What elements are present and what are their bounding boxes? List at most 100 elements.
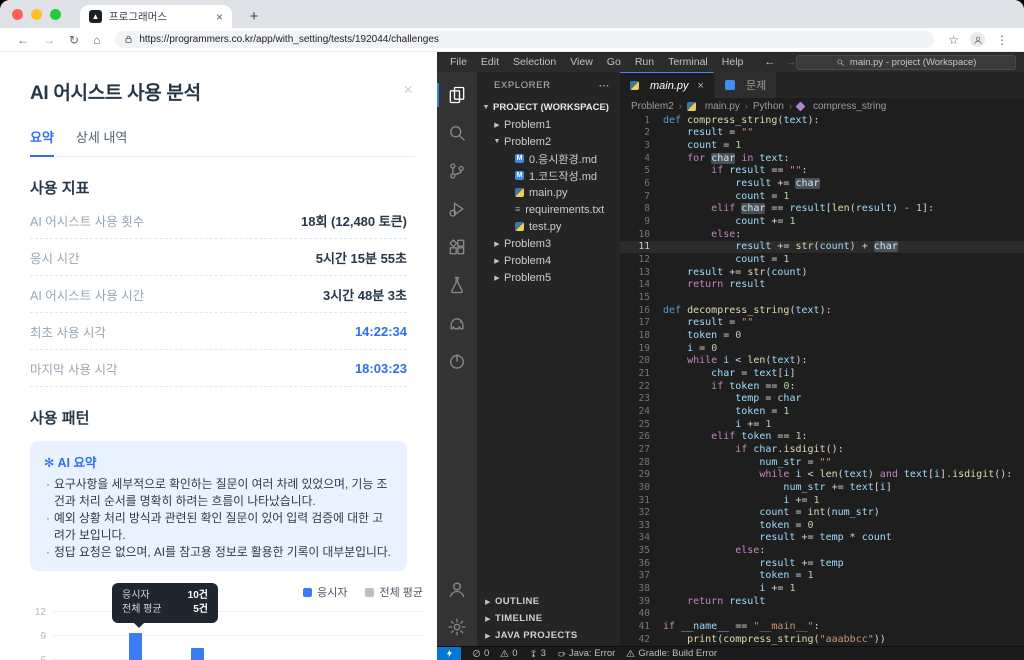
minimize-window-button[interactable] bbox=[31, 9, 42, 20]
remote-indicator[interactable] bbox=[437, 647, 461, 660]
code-line[interactable]: 6 result += char bbox=[620, 177, 1024, 190]
nav-back-icon[interactable]: ← bbox=[764, 56, 775, 68]
menu-go[interactable]: Go bbox=[600, 56, 628, 68]
menu-view[interactable]: View bbox=[563, 56, 600, 68]
code-line[interactable]: 9 count += 1 bbox=[620, 215, 1024, 228]
code-line[interactable]: 38 i += 1 bbox=[620, 582, 1024, 595]
code-line[interactable]: 31 i += 1 bbox=[620, 494, 1024, 507]
code-line[interactable]: 13 result += str(count) bbox=[620, 266, 1024, 279]
activity-gradle[interactable] bbox=[437, 304, 477, 342]
status-java[interactable]: Java: Error bbox=[557, 648, 615, 659]
code-line[interactable]: 36 result += temp bbox=[620, 557, 1024, 570]
menu-help[interactable]: Help bbox=[715, 56, 751, 68]
code-line[interactable]: 34 result += temp * count bbox=[620, 532, 1024, 545]
code-line[interactable]: 15 bbox=[620, 291, 1024, 304]
address-bar[interactable]: https://programmers.co.kr/app/with_setti… bbox=[115, 31, 934, 48]
more-actions-icon[interactable]: ⋯ bbox=[598, 79, 610, 92]
browser-tab[interactable]: ▲ 프로그래머스 × bbox=[80, 5, 232, 28]
section-java-projects[interactable]: ▶JAVA PROJECTS bbox=[477, 627, 620, 644]
activity-power[interactable] bbox=[437, 342, 477, 380]
tab-close-icon[interactable]: × bbox=[216, 11, 223, 23]
code-line[interactable]: 33 token = 0 bbox=[620, 519, 1024, 532]
code-line[interactable]: 16def decompress_string(text): bbox=[620, 304, 1024, 317]
code-line[interactable]: 30 num_str += text[i] bbox=[620, 481, 1024, 494]
code-line[interactable]: 5 if result == "": bbox=[620, 165, 1024, 178]
code-line[interactable]: 27 if char.isdigit(): bbox=[620, 443, 1024, 456]
tree-item[interactable]: ▶Problem1 bbox=[477, 116, 620, 133]
section-timeline[interactable]: ▶TIMELINE bbox=[477, 610, 620, 627]
menu-run[interactable]: Run bbox=[628, 56, 661, 68]
code-line[interactable]: 39 return result bbox=[620, 595, 1024, 608]
tree-item[interactable]: ▶Problem3 bbox=[477, 235, 620, 252]
code-line[interactable]: 28 num_str = "" bbox=[620, 456, 1024, 469]
code-line[interactable]: 14 return result bbox=[620, 279, 1024, 292]
code-line[interactable]: 1def compress_string(text): bbox=[620, 114, 1024, 127]
profile-avatar[interactable] bbox=[970, 32, 985, 47]
code-line[interactable]: 12 count = 1 bbox=[620, 253, 1024, 266]
home-icon[interactable]: ⌂ bbox=[93, 33, 100, 47]
code-line[interactable]: 20 while i < len(text): bbox=[620, 354, 1024, 367]
panel-close-icon[interactable]: × bbox=[403, 80, 413, 100]
code-line[interactable]: 23 temp = char bbox=[620, 392, 1024, 405]
tree-item[interactable]: M1.코드작성.md bbox=[477, 167, 620, 184]
menu-file[interactable]: File bbox=[443, 56, 474, 68]
code-line[interactable]: 32 count = int(num_str) bbox=[620, 506, 1024, 519]
panel-tab-detail[interactable]: 상세 내역 bbox=[76, 127, 127, 156]
activity-account[interactable] bbox=[437, 570, 477, 608]
code-line[interactable]: 10 else: bbox=[620, 228, 1024, 241]
tree-item[interactable]: main.py bbox=[477, 184, 620, 201]
code-line[interactable]: 24 token = 1 bbox=[620, 405, 1024, 418]
code-line[interactable]: 22 if token == 0: bbox=[620, 380, 1024, 393]
back-icon[interactable]: ← bbox=[17, 33, 29, 47]
status-warning-triangle[interactable]: 0 bbox=[500, 648, 517, 659]
new-tab-button[interactable]: + bbox=[244, 8, 264, 25]
code-line[interactable]: 19 i = 0 bbox=[620, 342, 1024, 355]
code-line[interactable]: 18 token = 0 bbox=[620, 329, 1024, 342]
code-line[interactable]: 41if __name__ == "__main__": bbox=[620, 620, 1024, 633]
code-line[interactable]: 3 count = 1 bbox=[620, 139, 1024, 152]
code-line[interactable]: 25 i += 1 bbox=[620, 418, 1024, 431]
code-line[interactable]: 40 bbox=[620, 608, 1024, 621]
status-tower[interactable]: 3 bbox=[529, 648, 546, 659]
activity-settings[interactable] bbox=[437, 608, 477, 646]
breadcrumb-item[interactable]: Python bbox=[753, 101, 784, 112]
activity-run-debug[interactable] bbox=[437, 190, 477, 228]
editor-tab-mainpy[interactable]: main.py× bbox=[620, 72, 714, 98]
breadcrumb-item[interactable]: compress_string bbox=[797, 101, 886, 112]
breadcrumb-item[interactable]: main.py bbox=[687, 101, 740, 112]
code-line[interactable]: 2 result = "" bbox=[620, 127, 1024, 140]
editor-tab-[interactable]: 문제 bbox=[715, 72, 776, 98]
code-line[interactable]: 8 elif char == result[len(result) - 1]: bbox=[620, 203, 1024, 216]
activity-explorer[interactable] bbox=[437, 76, 477, 114]
nav-forward-icon[interactable]: → bbox=[785, 56, 796, 68]
status-error-circle[interactable]: 0 bbox=[472, 648, 489, 659]
bookmark-star-icon[interactable]: ☆ bbox=[948, 33, 959, 47]
activity-source-control[interactable] bbox=[437, 152, 477, 190]
code-line[interactable]: 11 result += str(count) + char bbox=[620, 241, 1024, 254]
activity-testing[interactable] bbox=[437, 266, 477, 304]
tree-item[interactable]: test.py bbox=[477, 218, 620, 235]
breadcrumb-item[interactable]: Problem2 bbox=[631, 101, 674, 112]
code-line[interactable]: 42 print(compress_string("aaabbcc")) bbox=[620, 633, 1024, 646]
activity-extensions[interactable] bbox=[437, 228, 477, 266]
status-warning-triangle[interactable]: Gradle: Build Error bbox=[626, 648, 717, 659]
tree-item[interactable]: M0.응시환경.md bbox=[477, 150, 620, 167]
tree-item[interactable]: ▶Problem4 bbox=[477, 252, 620, 269]
code-editor[interactable]: 1def compress_string(text):2 result = ""… bbox=[620, 114, 1024, 646]
menu-selection[interactable]: Selection bbox=[506, 56, 563, 68]
panel-tab-summary[interactable]: 요약 bbox=[30, 127, 54, 157]
close-window-button[interactable] bbox=[12, 9, 23, 20]
code-line[interactable]: 26 elif token == 1: bbox=[620, 430, 1024, 443]
tree-item[interactable]: ≡requirements.txt bbox=[477, 201, 620, 218]
code-line[interactable]: 37 token = 1 bbox=[620, 570, 1024, 583]
browser-menu-icon[interactable]: ⋮ bbox=[996, 33, 1008, 47]
code-line[interactable]: 21 char = text[i] bbox=[620, 367, 1024, 380]
workspace-root[interactable]: ▼PROJECT (WORKSPACE) bbox=[477, 99, 620, 116]
code-line[interactable]: 17 result = "" bbox=[620, 317, 1024, 330]
reload-icon[interactable]: ↻ bbox=[69, 33, 79, 47]
tab-close-icon[interactable]: × bbox=[698, 80, 704, 92]
activity-search[interactable] bbox=[437, 114, 477, 152]
section-outline[interactable]: ▶OUTLINE bbox=[477, 593, 620, 610]
code-line[interactable]: 35 else: bbox=[620, 544, 1024, 557]
code-line[interactable]: 29 while i < len(text) and text[i].isdig… bbox=[620, 468, 1024, 481]
